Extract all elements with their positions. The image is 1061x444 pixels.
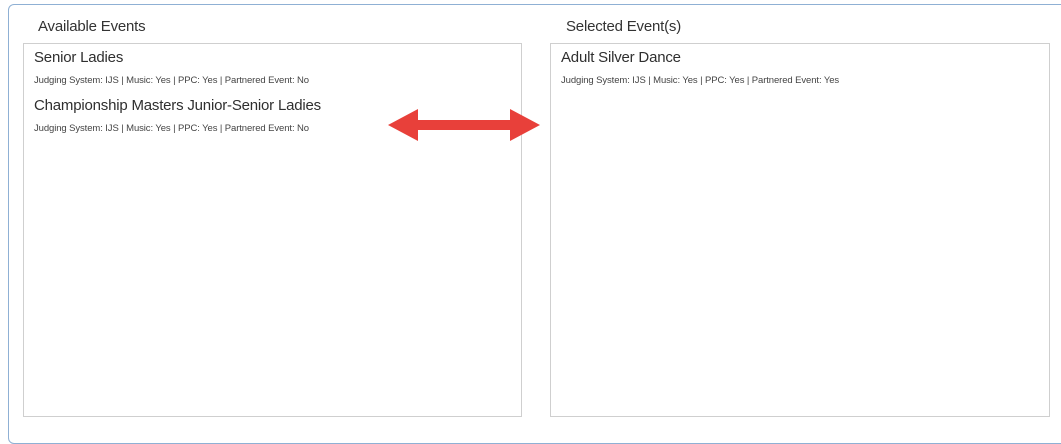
event-name: Adult Silver Dance xyxy=(561,49,681,66)
available-events-list[interactable]: Senior Ladies Judging System: IJS | Musi… xyxy=(23,43,522,417)
double-arrow-icon xyxy=(388,109,540,141)
list-item-senior-ladies[interactable]: Senior Ladies Judging System: IJS | Musi… xyxy=(24,49,521,87)
selected-events-list[interactable]: Adult Silver Dance Judging System: IJS |… xyxy=(550,43,1050,417)
selected-events-title: Selected Event(s) xyxy=(566,18,681,35)
list-item-adult-silver-dance[interactable]: Adult Silver Dance Judging System: IJS |… xyxy=(551,49,1049,87)
event-details: Judging System: IJS | Music: Yes | PPC: … xyxy=(34,75,309,86)
event-name: Senior Ladies xyxy=(34,49,124,66)
event-details: Judging System: IJS | Music: Yes | PPC: … xyxy=(561,75,840,86)
available-events-title: Available Events xyxy=(38,18,146,35)
